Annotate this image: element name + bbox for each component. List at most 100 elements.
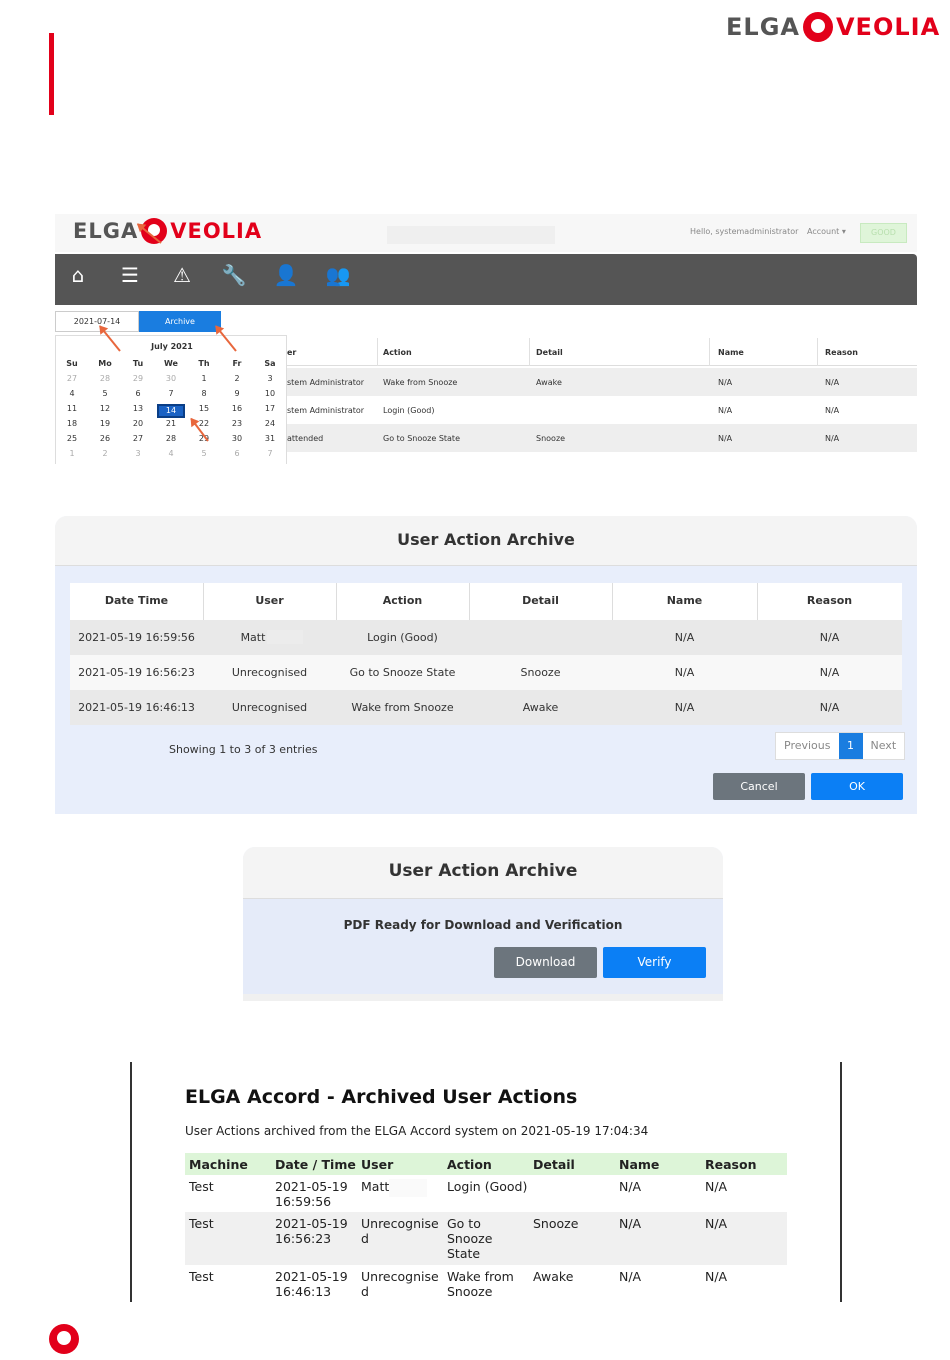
calendar-weekday: Su bbox=[66, 359, 78, 368]
veolia-drop-icon bbox=[49, 1324, 79, 1354]
pdf-subtitle: User Actions archived from the ELGA Acco… bbox=[185, 1124, 649, 1138]
calendar-day[interactable]: 27 bbox=[124, 434, 152, 443]
calendar-day[interactable]: 26 bbox=[91, 434, 119, 443]
pdf-title: ELGA Accord - Archived User Actions bbox=[185, 1086, 578, 1108]
account-menu[interactable]: Account ▾ bbox=[807, 227, 846, 236]
calendar-day[interactable]: 16 bbox=[223, 404, 251, 413]
calendar-day[interactable]: 7 bbox=[256, 449, 284, 458]
calendar-day[interactable]: 12 bbox=[91, 404, 119, 413]
calendar-day[interactable]: 23 bbox=[223, 419, 251, 428]
veolia-drop-icon bbox=[802, 12, 833, 42]
calendar-day[interactable]: 20 bbox=[124, 419, 152, 428]
table-row[interactable]: attended Go to Snooze State Snooze N/A N… bbox=[287, 424, 917, 452]
table-header-row: Machine Date / Time User Action Detail N… bbox=[185, 1153, 787, 1175]
calendar-day[interactable]: 19 bbox=[91, 419, 119, 428]
screenshot-archive-dialog: User Action Archive Date Time User Actio… bbox=[55, 516, 917, 814]
calendar-day[interactable]: 6 bbox=[223, 449, 251, 458]
table-header-row: Date Time User Action Detail Name Reason bbox=[70, 583, 902, 620]
dialog-header: User Action Archive bbox=[243, 847, 723, 899]
calendar-weekday: We bbox=[164, 359, 178, 368]
greeting-text: Hello, systemadministrator bbox=[690, 227, 799, 236]
calendar-day[interactable]: 2 bbox=[91, 449, 119, 458]
pdf-ready-message: PDF Ready for Download and Verification bbox=[343, 918, 623, 932]
archive-button[interactable]: Archive bbox=[139, 311, 221, 332]
dialog-footer bbox=[243, 994, 723, 1001]
calendar-weekday: Fr bbox=[232, 359, 242, 368]
home-icon[interactable]: ⌂ bbox=[65, 264, 91, 286]
list-icon[interactable]: ☰ bbox=[117, 264, 143, 286]
redaction-block bbox=[267, 630, 303, 644]
app-header: ELGA VEOLIA Hello, systemadministrator Ac… bbox=[55, 214, 917, 252]
calendar-day[interactable]: 28 bbox=[157, 434, 185, 443]
header-search-bar[interactable] bbox=[387, 226, 555, 244]
calendar-day[interactable]: 5 bbox=[190, 449, 218, 458]
calendar-day[interactable]: 30 bbox=[157, 374, 185, 383]
table-row[interactable]: 2021-05-19 16:56:23 Unrecognised Go to S… bbox=[70, 655, 902, 690]
entries-count: Showing 1 to 3 of 3 entries bbox=[169, 743, 318, 756]
table-row[interactable]: stem Administrator Login (Good) N/A N/A bbox=[287, 396, 917, 424]
redaction-block bbox=[389, 1179, 427, 1197]
calendar-day[interactable]: 6 bbox=[124, 389, 152, 398]
calendar-month-title: July 2021 bbox=[151, 342, 193, 351]
calendar-day[interactable]: 10 bbox=[256, 389, 284, 398]
wrench-icon[interactable]: 🔧 bbox=[221, 264, 247, 286]
calendar-day[interactable]: 14 bbox=[157, 404, 185, 418]
calendar-day[interactable]: 13 bbox=[124, 404, 152, 413]
calendar-day[interactable]: 8 bbox=[190, 389, 218, 398]
users-icon[interactable]: 👥 bbox=[325, 264, 351, 286]
date-picker-calendar: July 2021 Su Mo Tu We Th Fr Sa 27 28 29 30 1 2 3 4 5 6 7 8… bbox=[55, 335, 287, 464]
download-button[interactable]: Download bbox=[494, 947, 597, 978]
table-row[interactable]: stem Administrator Wake from Snooze Awak… bbox=[287, 368, 917, 396]
calendar-day[interactable]: 4 bbox=[58, 389, 86, 398]
calendar-day[interactable]: 5 bbox=[91, 389, 119, 398]
calendar-weekday: Sa bbox=[264, 359, 276, 368]
calendar-day[interactable]: 17 bbox=[256, 404, 284, 413]
ok-button[interactable]: OK bbox=[811, 773, 903, 800]
dialog-header: User Action Archive bbox=[55, 516, 917, 566]
calendar-day[interactable]: 9 bbox=[223, 389, 251, 398]
dialog-title: User Action Archive bbox=[388, 861, 578, 881]
pdf-frame-left-border bbox=[130, 1062, 132, 1302]
elga-veolia-logo: ELGA VEOLIA bbox=[726, 12, 941, 42]
previous-page-button[interactable]: Previous bbox=[776, 733, 839, 759]
user-lock-icon[interactable]: 👤 bbox=[273, 264, 299, 286]
main-nav-bar: ⌂ ☰ ⚠ 🔧 👤 👥 bbox=[55, 254, 917, 305]
page-accent-bar bbox=[49, 33, 54, 115]
status-badge: GOOD bbox=[860, 223, 907, 243]
calendar-day[interactable]: 24 bbox=[256, 419, 284, 428]
dialog-title: User Action Archive bbox=[397, 530, 575, 549]
calendar-day[interactable]: 4 bbox=[157, 449, 185, 458]
calendar-day[interactable]: 29 bbox=[124, 374, 152, 383]
warning-icon[interactable]: ⚠ bbox=[169, 264, 195, 286]
cancel-button[interactable]: Cancel bbox=[713, 773, 805, 800]
calendar-day[interactable]: 1 bbox=[58, 449, 86, 458]
calendar-day[interactable]: 21 bbox=[157, 419, 185, 428]
calendar-day[interactable]: 2 bbox=[223, 374, 251, 383]
page-1-button[interactable]: 1 bbox=[838, 733, 863, 759]
calendar-weekday: Mo bbox=[98, 359, 112, 368]
table-row[interactable]: 2021-05-19 16:59:56 Matt Login (Good) N/… bbox=[70, 620, 902, 655]
elga-veolia-logo: ELGA VEOLIA bbox=[73, 218, 263, 244]
table-row[interactable]: 2021-05-19 16:46:13 Unrecognised Wake fr… bbox=[70, 690, 902, 725]
verify-button[interactable]: Verify bbox=[603, 947, 706, 978]
calendar-day[interactable]: 7 bbox=[157, 389, 185, 398]
screenshot-date-picker: ELGA VEOLIA Hello, systemadministrator Ac… bbox=[55, 214, 917, 464]
pdf-frame-right-border bbox=[840, 1062, 842, 1302]
calendar-weekday: Th bbox=[198, 359, 210, 368]
calendar-day[interactable]: 18 bbox=[58, 419, 86, 428]
calendar-day[interactable]: 28 bbox=[91, 374, 119, 383]
calendar-day[interactable]: 11 bbox=[58, 404, 86, 413]
calendar-day[interactable]: 3 bbox=[124, 449, 152, 458]
calendar-day[interactable]: 15 bbox=[190, 404, 218, 413]
calendar-day[interactable]: 3 bbox=[256, 374, 284, 383]
calendar-day[interactable]: 27 bbox=[58, 374, 86, 383]
calendar-day[interactable]: 25 bbox=[58, 434, 86, 443]
next-page-button[interactable]: Next bbox=[863, 733, 905, 759]
calendar-weekday: Tu bbox=[132, 359, 144, 368]
table-row: Test 2021-05-19 16:56:23 Unrecognise d G… bbox=[185, 1212, 787, 1265]
pagination: Previous 1 Next bbox=[775, 732, 906, 760]
calendar-day[interactable]: 1 bbox=[190, 374, 218, 383]
calendar-day[interactable]: 30 bbox=[223, 434, 251, 443]
calendar-day[interactable]: 31 bbox=[256, 434, 284, 443]
table-header-row: er Action Detail Name Reason bbox=[287, 338, 917, 366]
